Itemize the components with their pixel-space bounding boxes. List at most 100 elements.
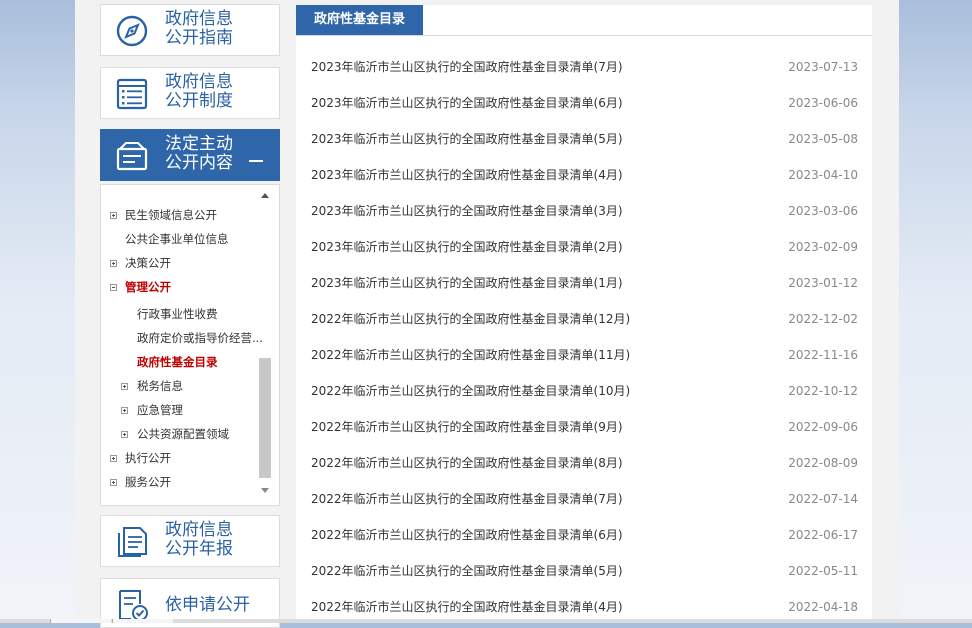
list-item-date: 2023-02-09 [788, 240, 858, 254]
list-item[interactable]: 2023年临沂市兰山区执行的全国政府性基金目录清单(6月) 2023-06-06 [311, 85, 858, 121]
nav-card-title: 政府信息 公开制度 [165, 73, 233, 111]
list-item[interactable]: 2022年临沂市兰山区执行的全国政府性基金目录清单(6月) 2022-06-17 [311, 517, 858, 553]
list-item-title[interactable]: 2023年临沂市兰山区执行的全国政府性基金目录清单(5月) [311, 121, 623, 157]
list-item-title[interactable]: 2022年临沂市兰山区执行的全国政府性基金目录清单(11月) [311, 337, 630, 373]
nav-card-proactive-content[interactable]: 法定主动 公开内容 [100, 129, 280, 181]
list-item[interactable]: 2022年临沂市兰山区执行的全国政府性基金目录清单(9月) 2022-09-06 [311, 409, 858, 445]
list-item-title[interactable]: 2023年临沂市兰山区执行的全国政府性基金目录清单(1月) [311, 265, 623, 301]
list-item-title[interactable]: 2022年临沂市兰山区执行的全国政府性基金目录清单(6月) [311, 517, 623, 553]
list-item-date: 2023-05-08 [788, 132, 858, 146]
nav-card-title: 法定主动 公开内容 [165, 135, 233, 173]
scroll-down-arrow-icon[interactable] [261, 488, 269, 493]
bottom-taskbar [0, 619, 972, 623]
taskbar-button[interactable] [112, 619, 173, 623]
expand-icon[interactable] [121, 383, 128, 390]
clipped-tree-item [123, 185, 233, 186]
tree-item-admin-fees[interactable]: 行政事业性收费 [137, 306, 218, 322]
list-item[interactable]: 2023年临沂市兰山区执行的全国政府性基金目录清单(1月) 2023-01-12 [311, 265, 858, 301]
list-item-title[interactable]: 2023年临沂市兰山区执行的全国政府性基金目录清单(2月) [311, 229, 623, 265]
compass-icon [116, 15, 148, 47]
nav-card-annual-report[interactable]: 政府信息 公开年报 [100, 515, 280, 567]
tree-scrollbar[interactable] [258, 193, 272, 493]
tree-item-public-enterprise[interactable]: 公共企事业单位信息 [125, 231, 229, 247]
list-item-date: 2022-07-14 [788, 492, 858, 506]
nav-card-guide[interactable]: 政府信息 公开指南 [100, 4, 280, 56]
list-item-title[interactable]: 2023年临沂市兰山区执行的全国政府性基金目录清单(6月) [311, 85, 623, 121]
list-item-date: 2023-06-06 [788, 96, 858, 110]
nav-card-line1: 政府信息 [165, 72, 233, 92]
inbox-card-icon [116, 142, 148, 171]
nav-card-line2: 公开年报 [165, 539, 233, 559]
page-container: 政府信息 公开指南 政府信息 公开制度 法定主动 公开内容 民生领域信息公开 公… [75, 0, 899, 628]
list-item[interactable]: 2022年临沂市兰山区执行的全国政府性基金目录清单(12月) 2022-12-0… [311, 301, 858, 337]
list-item[interactable]: 2022年临沂市兰山区执行的全国政府性基金目录清单(10月) 2022-10-1… [311, 373, 858, 409]
list-item[interactable]: 2023年临沂市兰山区执行的全国政府性基金目录清单(5月) 2023-05-08 [311, 121, 858, 157]
tree-item-execution[interactable]: 执行公开 [125, 450, 171, 466]
tree-item-tax[interactable]: 税务信息 [137, 378, 183, 394]
taskbar-button[interactable] [50, 619, 111, 623]
list-item-title[interactable]: 2023年临沂市兰山区执行的全国政府性基金目录清单(3月) [311, 193, 623, 229]
tab-fund-catalog[interactable]: 政府性基金目录 [296, 5, 423, 35]
list-item[interactable]: 2023年临沂市兰山区执行的全国政府性基金目录清单(2月) 2023-02-09 [311, 229, 858, 265]
expand-icon[interactable] [121, 407, 128, 414]
collapse-icon[interactable] [110, 284, 117, 291]
list-item[interactable]: 2022年临沂市兰山区执行的全国政府性基金目录清单(8月) 2022-08-09 [311, 445, 858, 481]
list-item-title[interactable]: 2022年临沂市兰山区执行的全国政府性基金目录清单(7月) [311, 481, 623, 517]
expand-icon[interactable] [110, 212, 117, 219]
tree-item-emergency[interactable]: 应急管理 [137, 402, 183, 418]
list-item-date: 2023-04-10 [788, 168, 858, 182]
main-header: 政府性基金目录 [296, 5, 872, 36]
list-item-date: 2022-08-09 [788, 456, 858, 470]
tree-item-management[interactable]: 管理公开 [125, 279, 171, 295]
nav-card-line2: 公开指南 [165, 28, 233, 48]
list-item[interactable]: 2022年临沂市兰山区执行的全国政府性基金目录清单(7月) 2022-07-14 [311, 481, 858, 517]
list-item-date: 2022-09-06 [788, 420, 858, 434]
nav-card-title: 依申请公开 [165, 595, 250, 615]
nav-card-line1: 政府信息 [165, 520, 233, 540]
scroll-thumb[interactable] [259, 358, 271, 478]
tree-item-resource-allocation[interactable]: 公共资源配置领域 [137, 426, 229, 442]
expand-icon[interactable] [110, 479, 117, 486]
nav-card-line2: 公开内容 [165, 153, 233, 173]
nav-card-system[interactable]: 政府信息 公开制度 [100, 67, 280, 119]
expand-icon[interactable] [110, 260, 117, 267]
list-item[interactable]: 2023年临沂市兰山区执行的全国政府性基金目录清单(4月) 2023-04-10 [311, 157, 858, 193]
list-item-date: 2023-07-13 [788, 60, 858, 74]
list-item-date: 2023-01-12 [788, 276, 858, 290]
list-document-icon [116, 78, 148, 110]
nav-card-line1: 法定主动 [165, 134, 233, 154]
nav-card-title: 政府信息 公开年报 [165, 521, 233, 559]
list-item-title[interactable]: 2023年临沂市兰山区执行的全国政府性基金目录清单(4月) [311, 157, 623, 193]
list-item-title[interactable]: 2022年临沂市兰山区执行的全国政府性基金目录清单(12月) [311, 301, 630, 337]
list-item-date: 2022-05-11 [788, 564, 858, 578]
collapse-icon[interactable] [249, 160, 263, 162]
list-item-title[interactable]: 2022年临沂市兰山区执行的全国政府性基金目录清单(5月) [311, 553, 623, 589]
scroll-up-arrow-icon[interactable] [261, 193, 269, 198]
list-item-title[interactable]: 2022年临沂市兰山区执行的全国政府性基金目录清单(9月) [311, 409, 623, 445]
list-item[interactable]: 2023年临沂市兰山区执行的全国政府性基金目录清单(3月) 2023-03-06 [311, 193, 858, 229]
main-panel: 政府性基金目录 2023年临沂市兰山区执行的全国政府性基金目录清单(7月) 20… [296, 5, 872, 623]
list-item[interactable]: 2022年临沂市兰山区执行的全国政府性基金目录清单(11月) 2022-11-1… [311, 337, 858, 373]
nav-card-line2: 公开制度 [165, 91, 233, 111]
expand-icon[interactable] [110, 455, 117, 462]
list-item[interactable]: 2022年临沂市兰山区执行的全国政府性基金目录清单(5月) 2022-05-11 [311, 553, 858, 589]
tree-item-livelihood[interactable]: 民生领域信息公开 [125, 207, 217, 223]
tree-item-pricing[interactable]: 政府定价或指导价经营... [137, 330, 263, 346]
tree-item-decision[interactable]: 决策公开 [125, 255, 171, 271]
list-item-title[interactable]: 2022年临沂市兰山区执行的全国政府性基金目录清单(10月) [311, 373, 630, 409]
tree-item-service[interactable]: 服务公开 [125, 474, 171, 490]
report-document-icon [118, 527, 147, 557]
application-check-icon [119, 590, 148, 621]
category-tree: 民生领域信息公开 公共企事业单位信息 决策公开 管理公开 行政事业性收费 政府定… [100, 184, 280, 506]
list-item-date: 2022-11-16 [788, 348, 858, 362]
list-item-date: 2022-10-12 [788, 384, 858, 398]
list-item-date: 2023-03-06 [788, 204, 858, 218]
nav-card-line1: 政府信息 [165, 9, 233, 29]
list-item-title[interactable]: 2023年临沂市兰山区执行的全国政府性基金目录清单(7月) [311, 49, 623, 85]
list-item-title[interactable]: 2022年临沂市兰山区执行的全国政府性基金目录清单(8月) [311, 445, 623, 481]
tree-item-fund-catalog[interactable]: 政府性基金目录 [137, 354, 218, 370]
list-item-date: 2022-06-17 [788, 528, 858, 542]
expand-icon[interactable] [121, 431, 128, 438]
list-item-date: 2022-12-02 [788, 312, 858, 326]
list-item[interactable]: 2023年临沂市兰山区执行的全国政府性基金目录清单(7月) 2023-07-13 [311, 49, 858, 85]
